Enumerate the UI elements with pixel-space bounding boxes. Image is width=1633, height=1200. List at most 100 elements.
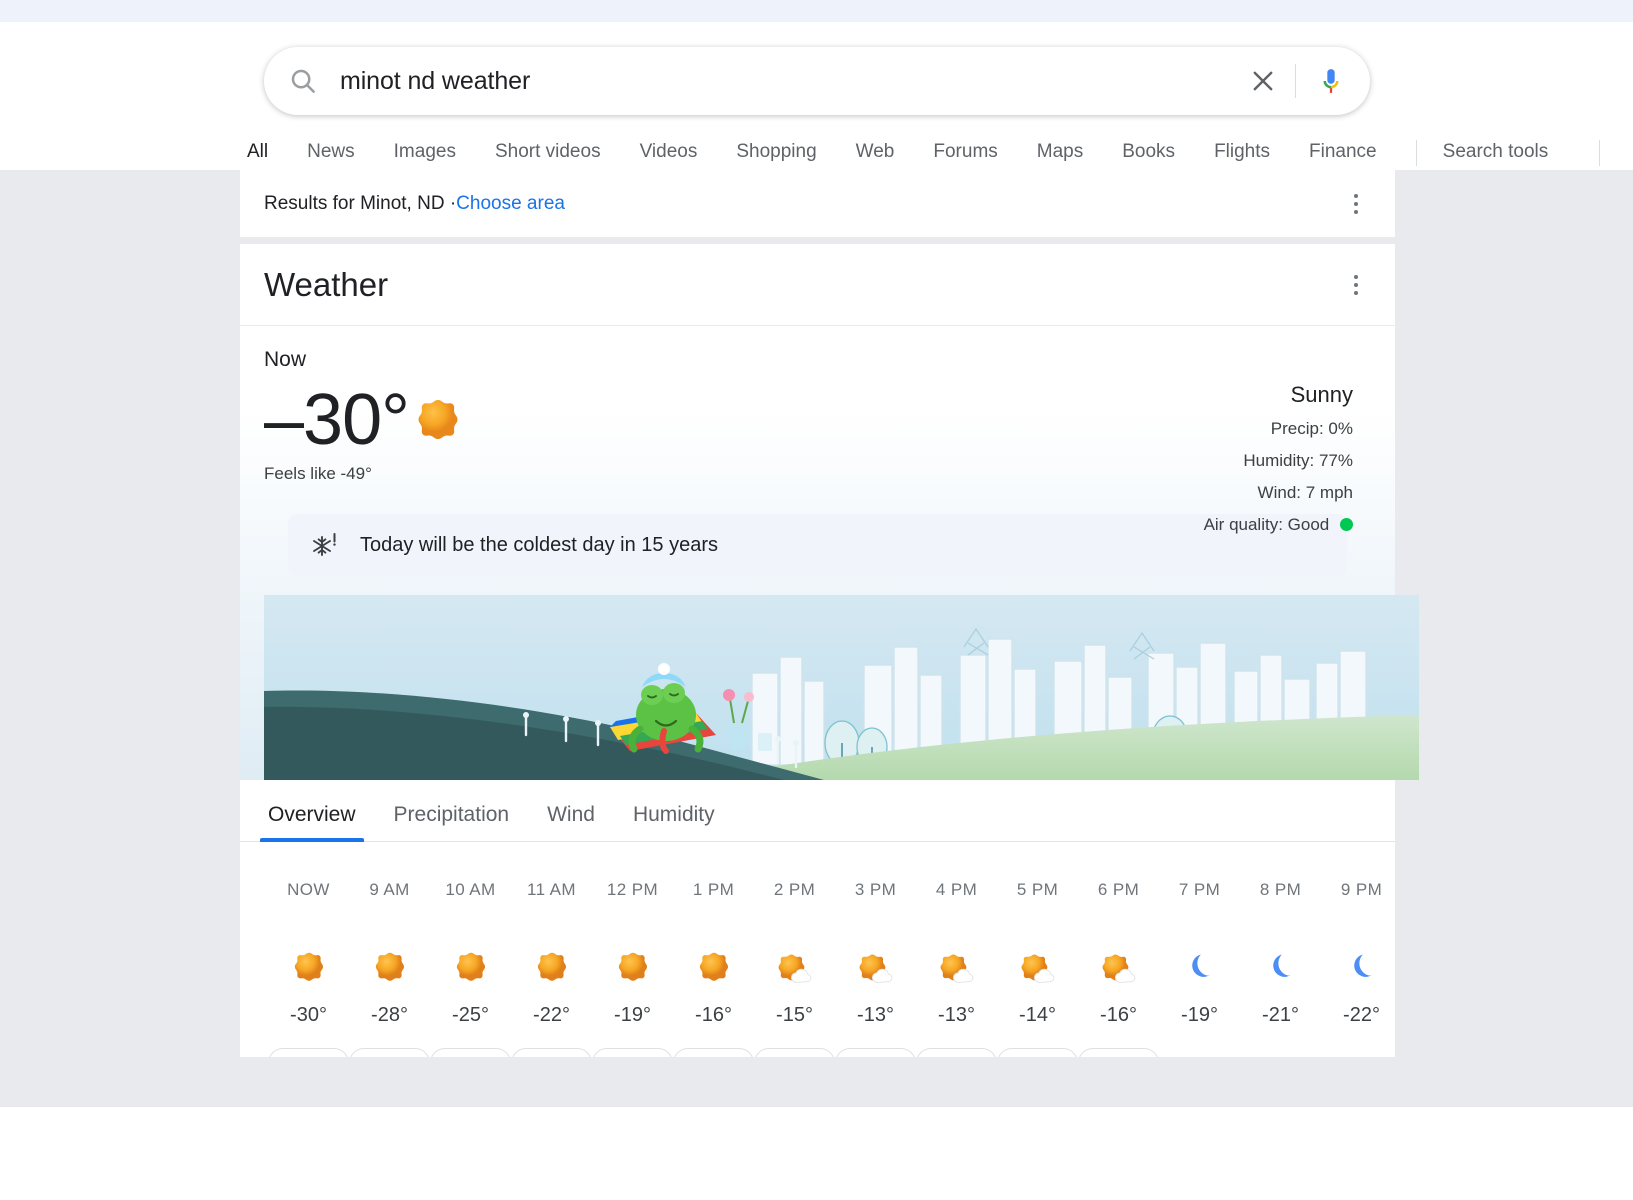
hourly-time-label: NOW xyxy=(287,880,330,899)
hourly-time-label: 7 PM xyxy=(1178,880,1221,899)
day-chip-body xyxy=(349,1048,430,1057)
humidity-row: Humidity: 77% xyxy=(1204,449,1353,472)
humidity-label: Humidity: xyxy=(1243,451,1315,470)
hourly-temperature: -19° xyxy=(1181,1004,1218,1026)
search-icon xyxy=(288,66,318,96)
page-bottom-area xyxy=(0,1107,1633,1200)
hourly-time-label: 11 AM xyxy=(527,880,576,899)
precip-value: 0% xyxy=(1328,419,1353,438)
page-root: All News Images Short videos Videos Shop… xyxy=(0,0,1633,1200)
hourly-time-label: 3 PM xyxy=(854,880,897,899)
day-chip-body xyxy=(1078,1048,1159,1057)
hourly-cell[interactable]: NOW -30° xyxy=(268,842,349,1027)
day-chip[interactable] xyxy=(592,1048,673,1057)
day-chip[interactable] xyxy=(430,1048,511,1057)
microphone-icon[interactable] xyxy=(1314,64,1348,98)
day-chip-body xyxy=(592,1048,673,1057)
hourly-temperature: -28° xyxy=(371,1004,408,1026)
condition-name: Sunny xyxy=(1290,382,1353,407)
hourly-temperature: -16° xyxy=(1100,1004,1137,1026)
nav-divider xyxy=(1415,140,1417,166)
day-chip[interactable] xyxy=(349,1048,430,1057)
day-chip[interactable] xyxy=(997,1048,1078,1057)
day-chip[interactable] xyxy=(511,1048,592,1057)
day-chip-body xyxy=(916,1048,997,1057)
hourly-temperature: -22° xyxy=(1343,1004,1380,1026)
feels-like-text: Feels like -49° xyxy=(264,464,372,483)
hourly-time-label: 1 PM xyxy=(692,880,735,899)
clear-night-icon xyxy=(1240,940,1321,996)
hourly-time-label: 10 AM xyxy=(445,880,496,899)
hourly-temperature: -14° xyxy=(1019,1004,1056,1026)
partly-sunny-icon xyxy=(916,940,997,996)
partly-sunny-icon xyxy=(1078,940,1159,996)
more-options-icon[interactable] xyxy=(1343,191,1369,217)
hourly-temperature: -16° xyxy=(695,1004,732,1026)
day-chip[interactable] xyxy=(268,1048,349,1057)
hourly-cell[interactable]: 6 PM -16° xyxy=(1078,842,1159,1027)
hourly-cell[interactable]: 2 PM -15° xyxy=(754,842,835,1027)
day-chip[interactable] xyxy=(1078,1048,1159,1057)
day-chip[interactable] xyxy=(754,1048,835,1057)
results-for-text: Results for Minot, ND · xyxy=(264,192,457,214)
close-icon[interactable] xyxy=(1245,63,1281,99)
hourly-cell[interactable]: 8 PM -21° xyxy=(1240,842,1321,1027)
day-chip-body xyxy=(997,1048,1078,1057)
current-temperature: –30° xyxy=(264,380,410,460)
current-temp-row: –30° Feels like -49° Sunny Precip: 0% Hu… xyxy=(264,380,1371,534)
day-chip[interactable] xyxy=(835,1048,916,1057)
weather-alert-text: Today will be the coldest day in 15 year… xyxy=(360,533,718,556)
search-header: All News Images Short videos Videos Shop… xyxy=(0,22,1633,192)
weather-card: Weather Now –30° Feels like -49° Sunny P… xyxy=(240,244,1419,1057)
day-chip-body xyxy=(754,1048,835,1057)
hourly-time-label: 12 PM xyxy=(606,880,659,899)
hourly-cell[interactable]: 1 PM -16° xyxy=(673,842,754,1027)
search-bar[interactable] xyxy=(264,47,1370,115)
day-chip[interactable] xyxy=(916,1048,997,1057)
hourly-time-label: 9 PM xyxy=(1340,880,1383,899)
day-chip-body xyxy=(430,1048,511,1057)
air-quality-status-dot xyxy=(1340,518,1353,531)
day-chip-body xyxy=(268,1048,349,1057)
sunny-icon xyxy=(673,940,754,996)
hourly-cell[interactable]: 10 AM -25° xyxy=(430,842,511,1027)
forecast-tabs: Overview Precipitation Wind Humidity xyxy=(240,780,1395,842)
humidity-value: 77% xyxy=(1318,451,1353,470)
search-divider xyxy=(1295,64,1296,98)
day-chip[interactable] xyxy=(673,1048,754,1057)
snowflake-alert-icon xyxy=(310,530,340,560)
hourly-time-label: 5 PM xyxy=(1016,880,1059,899)
clear-night-icon xyxy=(1321,940,1395,996)
clear-night-icon xyxy=(1159,940,1240,996)
tab-overview[interactable]: Overview xyxy=(260,803,364,842)
hourly-forecast: NOW -30° 9 AM -28° 10 AM -25° 11 AM -22° 12 PM -1… xyxy=(240,842,1395,1057)
tab-humidity[interactable]: Humidity xyxy=(633,803,715,841)
hourly-cell[interactable]: 12 PM -19° xyxy=(592,842,673,1027)
hourly-time-label: 4 PM xyxy=(935,880,978,899)
partly-sunny-icon xyxy=(754,940,835,996)
results-for-row: Results for Minot, ND · Choose area xyxy=(240,170,1395,238)
hourly-cell[interactable]: 9 PM -22° xyxy=(1321,842,1395,1027)
weather-more-options-icon[interactable] xyxy=(1343,272,1369,298)
sunny-icon xyxy=(268,940,349,996)
hourly-forecast-row: NOW -30° 9 AM -28° 10 AM -25° 11 AM -22° 12 PM -1… xyxy=(268,842,1395,1027)
hourly-cell[interactable]: 11 AM -22° xyxy=(511,842,592,1027)
hourly-cell[interactable]: 9 AM -28° xyxy=(349,842,430,1027)
sunny-icon xyxy=(430,940,511,996)
sunny-icon xyxy=(592,940,673,996)
wind-value: 7 mph xyxy=(1305,483,1353,502)
weather-alert-banner[interactable]: Today will be the coldest day in 15 year… xyxy=(288,514,1347,576)
hourly-cell[interactable]: 3 PM -13° xyxy=(835,842,916,1027)
hourly-cell[interactable]: 7 PM -19° xyxy=(1159,842,1240,1027)
browser-top-strip xyxy=(0,0,1633,22)
search-input[interactable] xyxy=(318,66,1245,96)
hourly-time-label: 9 AM xyxy=(369,880,410,899)
hourly-temperature: -30° xyxy=(290,1004,327,1026)
tab-precipitation[interactable]: Precipitation xyxy=(394,803,510,841)
hourly-cell[interactable]: 4 PM -13° xyxy=(916,842,997,1027)
air-quality-label: Air quality: xyxy=(1203,515,1283,534)
tab-wind[interactable]: Wind xyxy=(547,803,595,841)
choose-area-link[interactable]: Choose area xyxy=(456,193,565,215)
hourly-cell[interactable]: 5 PM -14° xyxy=(997,842,1078,1027)
hourly-temperature: -19° xyxy=(614,1004,651,1026)
